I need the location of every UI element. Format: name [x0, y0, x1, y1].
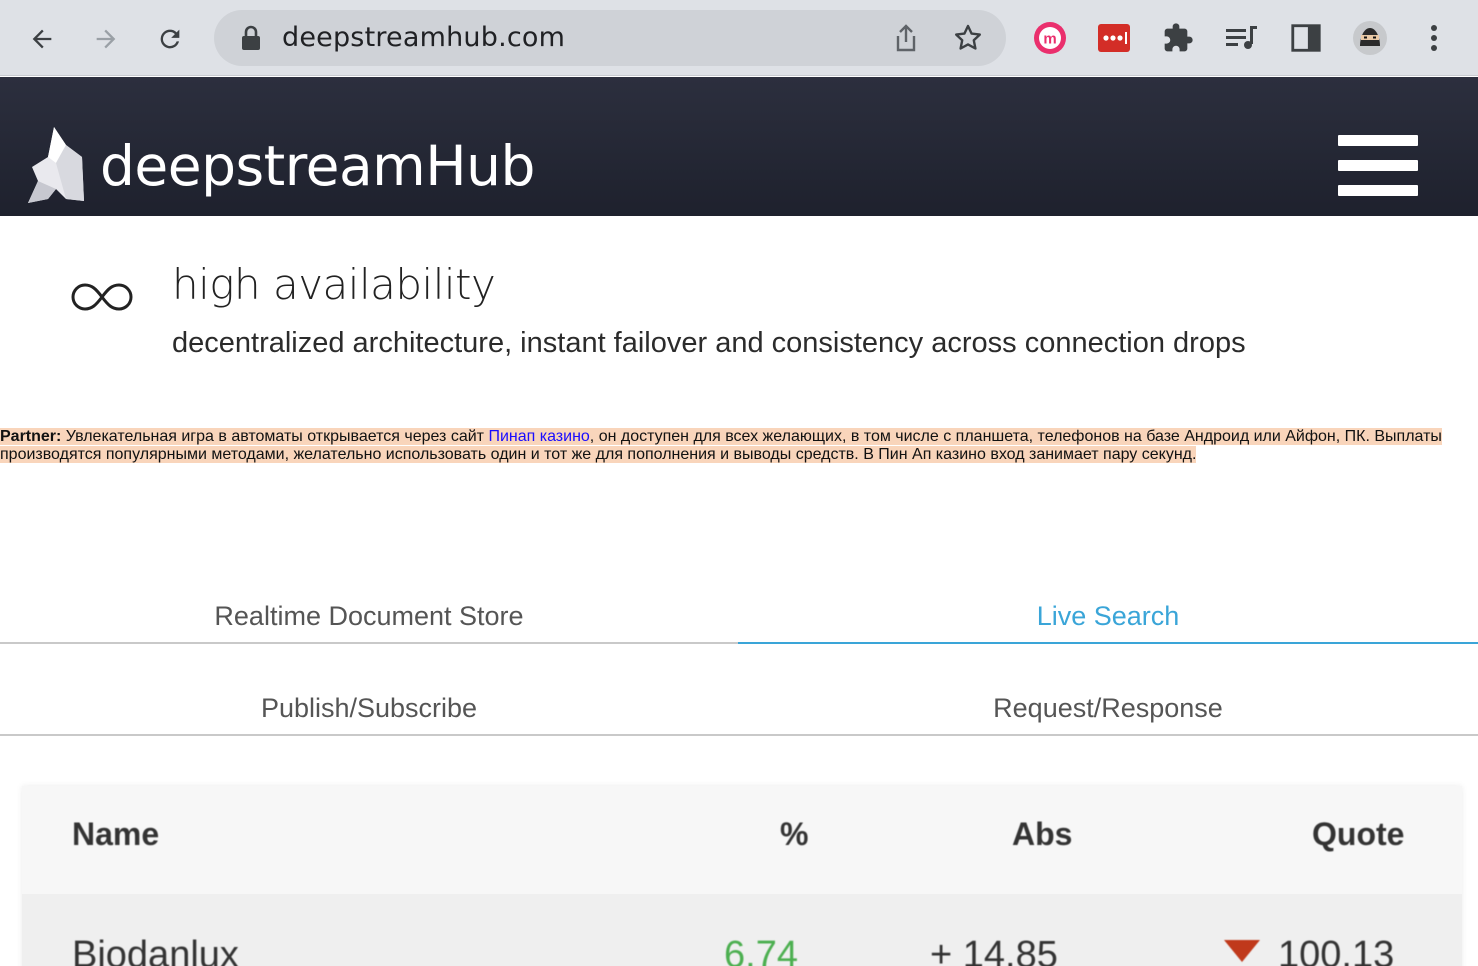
browser-toolbar: deepstreamhub.com m: [0, 0, 1478, 76]
down-triangle-icon: [1224, 940, 1260, 962]
url-text[interactable]: deepstreamhub.com: [282, 22, 565, 53]
reload-icon: [160, 29, 180, 49]
column-header-quote[interactable]: Quote: [1312, 816, 1404, 853]
tab-underline: [0, 734, 1478, 736]
reload-button[interactable]: [150, 19, 190, 59]
partner-label: Partner:: [0, 428, 62, 445]
lastpass-extension-icon[interactable]: [1096, 20, 1132, 56]
feature-description: decentralized architecture, instant fail…: [172, 327, 1246, 359]
feature-title: high availability: [172, 260, 496, 309]
media-queue-icon[interactable]: [1224, 20, 1260, 56]
partner-text-before: Увлекательная игра в автоматы открываетс…: [61, 428, 489, 445]
m-extension-icon[interactable]: m: [1032, 20, 1068, 56]
table-header: Name % Abs Quote: [22, 786, 1462, 894]
side-panel-icon[interactable]: [1288, 20, 1324, 56]
forward-button[interactable]: [86, 19, 126, 59]
tab-publish-subscribe[interactable]: Publish/Subscribe: [0, 662, 738, 754]
infinity-icon: [71, 283, 133, 311]
tab-live-search[interactable]: Live Search: [738, 570, 1478, 662]
share-icon[interactable]: [890, 22, 922, 54]
partner-link[interactable]: Пинап казино: [488, 428, 589, 445]
star-icon[interactable]: [952, 22, 984, 54]
tab-request-response[interactable]: Request/Response: [738, 662, 1478, 754]
tab-underline: [0, 642, 738, 644]
cell-abs: + 14.85: [930, 934, 1058, 966]
tab-underline-active: [738, 642, 1478, 644]
puzzle-extensions-icon[interactable]: [1160, 20, 1196, 56]
cell-percent: 6.74: [724, 934, 798, 966]
forward-arrow-icon: [96, 29, 116, 49]
back-button[interactable]: [22, 19, 62, 59]
hamburger-icon[interactable]: [1338, 135, 1418, 197]
live-search-table: Name % Abs Quote Biodanlux 6.74 + 14.85 …: [22, 786, 1462, 966]
brand-name[interactable]: deepstreamHub: [100, 139, 535, 194]
column-header-abs[interactable]: Abs: [1012, 816, 1072, 853]
profile-avatar-icon[interactable]: [1352, 20, 1388, 56]
column-header-name[interactable]: Name: [72, 816, 159, 853]
deepstream-logo-icon[interactable]: [26, 127, 88, 205]
svg-text:m: m: [1043, 31, 1056, 48]
table-row[interactable]: Biodanlux 6.74 + 14.85 100.13: [22, 894, 1462, 966]
lock-icon: [242, 25, 260, 50]
cell-quote: 100.13: [1278, 934, 1395, 966]
back-arrow-icon: [32, 29, 52, 49]
kebab-menu-icon[interactable]: [1416, 20, 1452, 56]
address-bar[interactable]: deepstreamhub.com: [214, 10, 1006, 66]
tab-realtime-document-store[interactable]: Realtime Document Store: [0, 570, 738, 662]
partner-ad: Partner: Увлекательная игра в автоматы о…: [0, 428, 1460, 464]
site-header: deepstreamHub: [0, 77, 1478, 216]
column-header-percent[interactable]: %: [780, 816, 808, 853]
cell-name: Biodanlux: [72, 934, 239, 966]
